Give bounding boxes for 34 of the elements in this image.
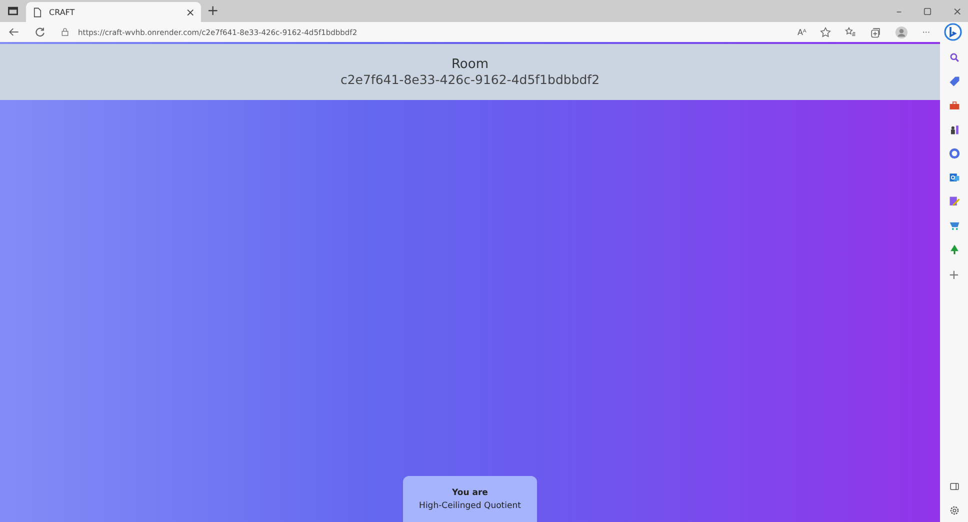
player-name: High-Ceilinged Quotient	[419, 500, 521, 510]
back-icon[interactable]	[8, 26, 20, 38]
tab-actions-icon[interactable]	[7, 5, 19, 17]
read-aloud-button[interactable]: Aᴬ	[797, 28, 806, 36]
room-title: Room	[451, 57, 489, 72]
bing-icon[interactable]	[944, 23, 962, 41]
minimize-button[interactable]: –	[896, 4, 902, 18]
refresh-icon[interactable]	[34, 26, 46, 38]
new-tab-button[interactable]: +	[207, 3, 219, 19]
lock-icon[interactable]	[60, 27, 70, 37]
tab-title: CRAFT	[49, 8, 76, 16]
restore-icon[interactable]	[922, 6, 933, 16]
collections-icon[interactable]	[870, 26, 882, 38]
circle-icon[interactable]	[948, 148, 960, 159]
favorite-add-icon[interactable]	[820, 26, 832, 38]
page-icon[interactable]	[32, 6, 43, 18]
card-label: You are	[452, 488, 488, 498]
close-button[interactable]: ×	[952, 4, 962, 18]
more-button[interactable]: ···	[922, 28, 930, 36]
profile-icon[interactable]	[895, 26, 908, 38]
cart-icon[interactable]	[948, 220, 960, 231]
tag-icon[interactable]	[948, 76, 960, 87]
mail-icon[interactable]	[948, 172, 960, 183]
tab-close-button[interactable]: ×	[186, 6, 195, 18]
sidebar-toggle-icon[interactable]	[948, 481, 960, 492]
note-pen-icon[interactable]	[948, 196, 960, 207]
search-icon[interactable]	[948, 52, 960, 63]
browser-tab[interactable]: CRAFT ×	[26, 2, 201, 22]
add-button[interactable]: +	[948, 268, 960, 283]
settings-icon[interactable]	[948, 505, 960, 516]
favorites-icon[interactable]	[845, 26, 856, 38]
toolbox-icon[interactable]	[948, 100, 960, 111]
room-id: c2e7f641-8e33-426c-9162-4d5f1bdbbdf2	[340, 72, 600, 87]
tree-icon[interactable]	[948, 244, 960, 255]
